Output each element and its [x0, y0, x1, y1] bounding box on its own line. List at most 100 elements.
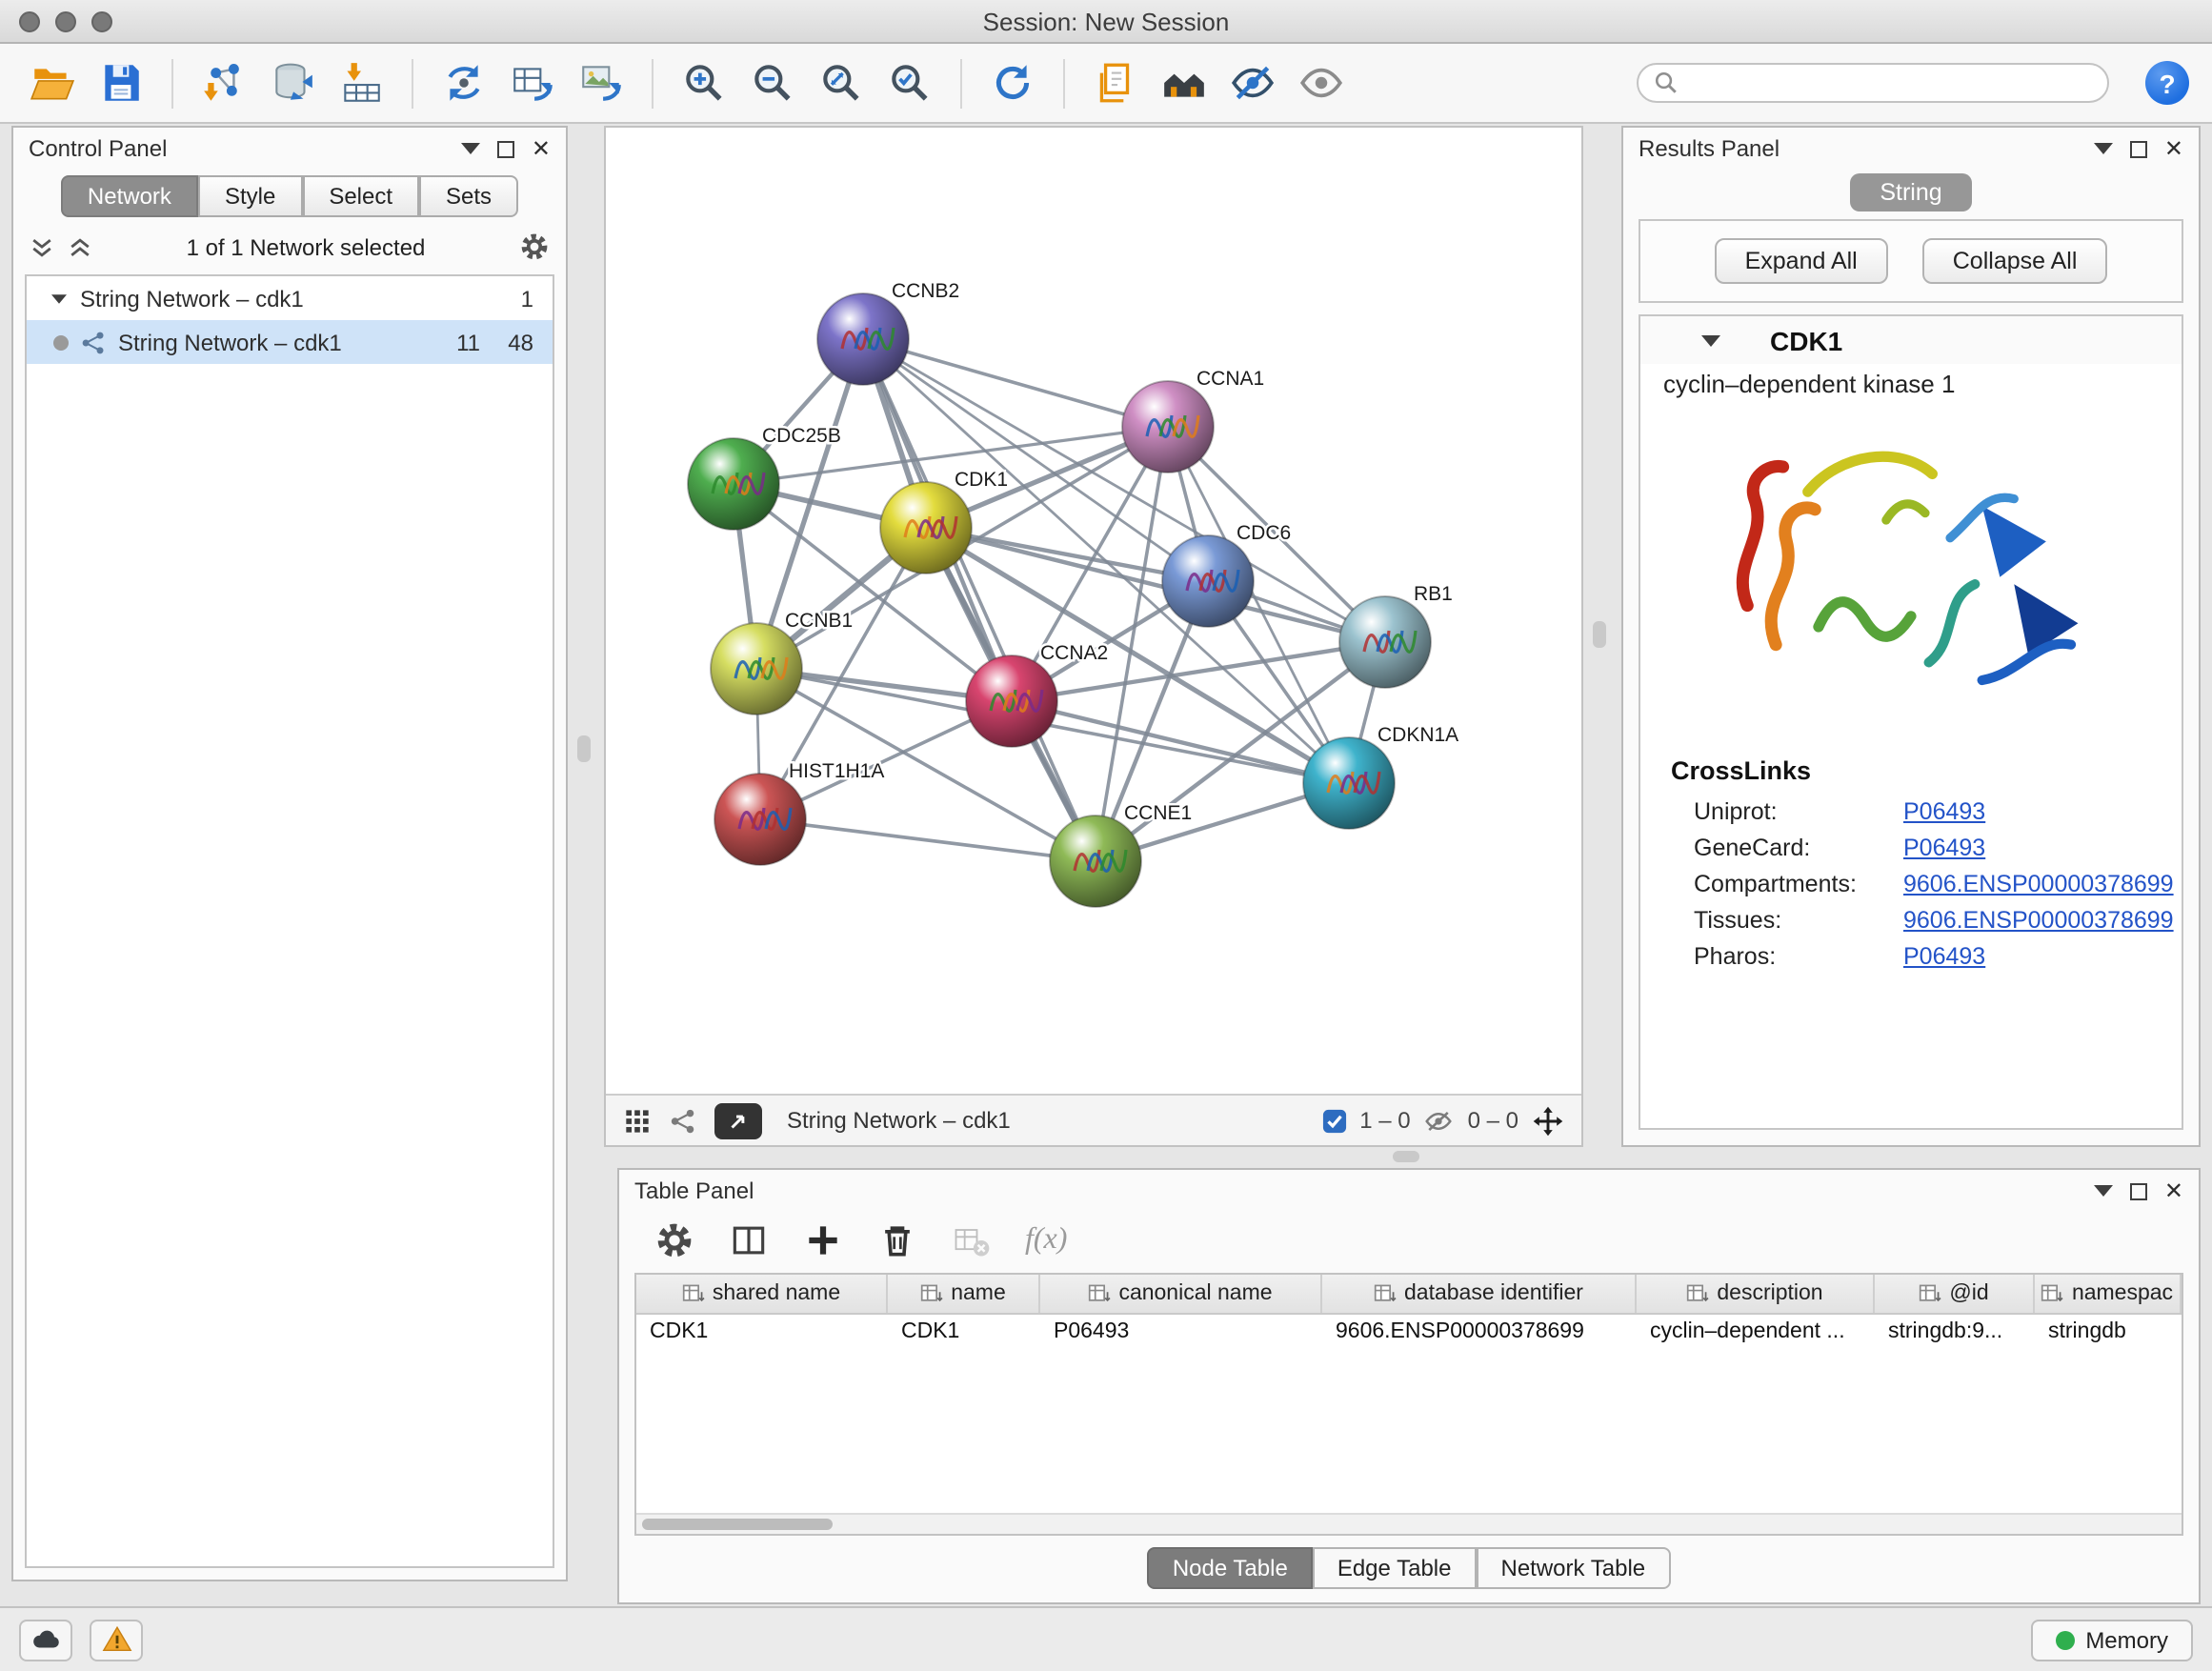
warnings-button[interactable]	[90, 1619, 143, 1661]
node-CDC6[interactable]	[1162, 535, 1254, 627]
tab-node-table[interactable]: Node Table	[1148, 1547, 1313, 1589]
close-window-button[interactable]	[19, 11, 40, 32]
edge-CCNE1-HIST1H1A[interactable]	[760, 819, 1096, 861]
node-RB1[interactable]	[1339, 596, 1431, 688]
zoom-selected-button[interactable]	[880, 53, 939, 112]
add-column-plus-icon[interactable]	[802, 1219, 844, 1261]
show-details-button[interactable]	[1292, 53, 1351, 112]
control-panel-float-icon[interactable]	[461, 143, 480, 154]
network-collection-row[interactable]: String Network – cdk1 1	[27, 276, 553, 320]
cloud-status-button[interactable]	[19, 1619, 72, 1661]
node-CCNE1[interactable]	[1050, 815, 1141, 907]
gene-collapse-icon[interactable]	[1701, 334, 1720, 346]
node-CCNA2[interactable]	[966, 655, 1057, 747]
tab-network-table[interactable]: Network Table	[1477, 1547, 1671, 1589]
new-network-from-selection-button[interactable]	[434, 53, 493, 112]
export-table-button[interactable]	[503, 53, 562, 112]
table-settings-gear-icon[interactable]	[654, 1219, 695, 1261]
zoom-fit-button[interactable]	[812, 53, 871, 112]
node-CDKN1A[interactable]	[1303, 737, 1395, 829]
tab-network[interactable]: Network	[61, 175, 198, 217]
tab-style[interactable]: Style	[198, 175, 302, 217]
show-columns-icon[interactable]	[728, 1219, 770, 1261]
column-header[interactable]: namespac	[2035, 1275, 2182, 1313]
results-panel-maximize-icon[interactable]	[2130, 140, 2147, 157]
control-panel-maximize-icon[interactable]	[497, 140, 514, 157]
expand-all-icon[interactable]	[29, 233, 55, 260]
splitter-handle-left[interactable]	[577, 735, 591, 762]
results-panel-close-icon[interactable]: ✕	[2164, 137, 2183, 160]
export-image-button[interactable]	[572, 53, 631, 112]
node-HIST1H1A[interactable]	[714, 774, 806, 865]
memory-button[interactable]: Memory	[2030, 1619, 2193, 1661]
document-copy-button[interactable]	[1086, 53, 1145, 112]
network-canvas[interactable]: CCNB2CCNA1CDC25BCDK1CDC6RB1CCNB1CCNA2CDK…	[606, 128, 1581, 1094]
crosslink-pharos-link[interactable]: P06493	[1903, 942, 1985, 969]
cell-description[interactable]: cyclin–dependent ...	[1637, 1315, 1875, 1353]
tab-edge-table[interactable]: Edge Table	[1313, 1547, 1477, 1589]
control-panel-close-icon[interactable]: ✕	[532, 137, 551, 160]
import-network-file-button[interactable]	[194, 53, 253, 112]
selected-checkbox-icon[interactable]	[1321, 1108, 1346, 1133]
home-button[interactable]	[1155, 53, 1214, 112]
expand-all-button[interactable]: Expand All	[1715, 238, 1888, 284]
collapse-all-button[interactable]: Collapse All	[1922, 238, 2108, 284]
splitter-handle-bottom[interactable]	[1393, 1151, 1419, 1162]
cell-canonical-name[interactable]: P06493	[1040, 1315, 1322, 1353]
share-network-icon[interactable]	[669, 1106, 697, 1135]
tab-sets[interactable]: Sets	[419, 175, 518, 217]
node-CDK1[interactable]	[880, 482, 972, 574]
column-header[interactable]: shared name	[636, 1275, 888, 1313]
edge-CCNB2-CCNE1[interactable]	[863, 339, 1096, 861]
crosslink-uniprot-link[interactable]: P06493	[1903, 797, 1985, 824]
node-CCNB1[interactable]	[711, 623, 802, 715]
crosslink-tissues-link[interactable]: 9606.ENSP00000378699	[1903, 906, 2174, 933]
column-header[interactable]: database identifier	[1322, 1275, 1637, 1313]
node-CCNA1[interactable]	[1122, 381, 1214, 473]
cell-id[interactable]: stringdb:9...	[1875, 1315, 2035, 1353]
horizontal-scrollbar[interactable]	[636, 1513, 2182, 1534]
cell-namespace[interactable]: stringdb	[2035, 1315, 2182, 1353]
gene-header-row[interactable]: CDK1	[1640, 316, 2182, 364]
table-panel-float-icon[interactable]	[2094, 1185, 2113, 1197]
network-view[interactable]: CCNB2CCNA1CDC25BCDK1CDC6RB1CCNB1CCNA2CDK…	[604, 126, 1583, 1147]
cell-database-identifier[interactable]: 9606.ENSP00000378699	[1322, 1315, 1637, 1353]
column-header[interactable]: canonical name	[1040, 1275, 1322, 1313]
birdseye-view-button[interactable]	[714, 1102, 762, 1138]
zoom-in-button[interactable]	[674, 53, 734, 112]
column-header[interactable]: @id	[1875, 1275, 2035, 1313]
help-button[interactable]: ?	[2145, 61, 2189, 105]
pan-move-icon[interactable]	[1532, 1104, 1564, 1137]
search-field[interactable]	[1637, 63, 2109, 103]
scrollbar-thumb[interactable]	[642, 1519, 833, 1530]
cell-shared-name[interactable]: CDK1	[636, 1315, 888, 1353]
delete-column-trash-icon[interactable]	[876, 1219, 918, 1261]
open-session-button[interactable]	[23, 53, 82, 112]
collapse-all-icon[interactable]	[67, 233, 93, 260]
network-options-gear-icon[interactable]	[518, 231, 551, 263]
table-panel-maximize-icon[interactable]	[2130, 1182, 2147, 1199]
tab-string[interactable]: String	[1849, 173, 1972, 211]
import-network-database-button[interactable]	[263, 53, 322, 112]
results-panel-float-icon[interactable]	[2094, 143, 2113, 154]
table-row[interactable]: CDK1 CDK1 P06493 9606.ENSP00000378699 cy…	[636, 1315, 2182, 1353]
refresh-button[interactable]	[983, 53, 1042, 112]
network-row[interactable]: String Network – cdk1 11 48	[27, 320, 553, 364]
save-session-button[interactable]	[91, 53, 151, 112]
crosslink-compartments-link[interactable]: 9606.ENSP00000378699	[1903, 870, 2174, 896]
hide-details-button[interactable]	[1223, 53, 1282, 112]
grid-view-icon[interactable]	[623, 1106, 652, 1135]
search-input[interactable]	[1688, 70, 2092, 96]
import-table-button[interactable]	[332, 53, 391, 112]
column-header[interactable]: description	[1637, 1275, 1875, 1313]
cell-name[interactable]: CDK1	[888, 1315, 1040, 1353]
node-CCNB2[interactable]	[817, 293, 909, 385]
collection-expander-icon[interactable]	[51, 293, 67, 303]
zoom-window-button[interactable]	[91, 11, 112, 32]
edge-CCNB2-CCNA1[interactable]	[863, 339, 1168, 427]
zoom-out-button[interactable]	[743, 53, 802, 112]
minimize-window-button[interactable]	[55, 11, 76, 32]
tab-select[interactable]: Select	[302, 175, 419, 217]
column-header[interactable]: name	[888, 1275, 1040, 1313]
node-CDC25B[interactable]	[688, 438, 779, 530]
